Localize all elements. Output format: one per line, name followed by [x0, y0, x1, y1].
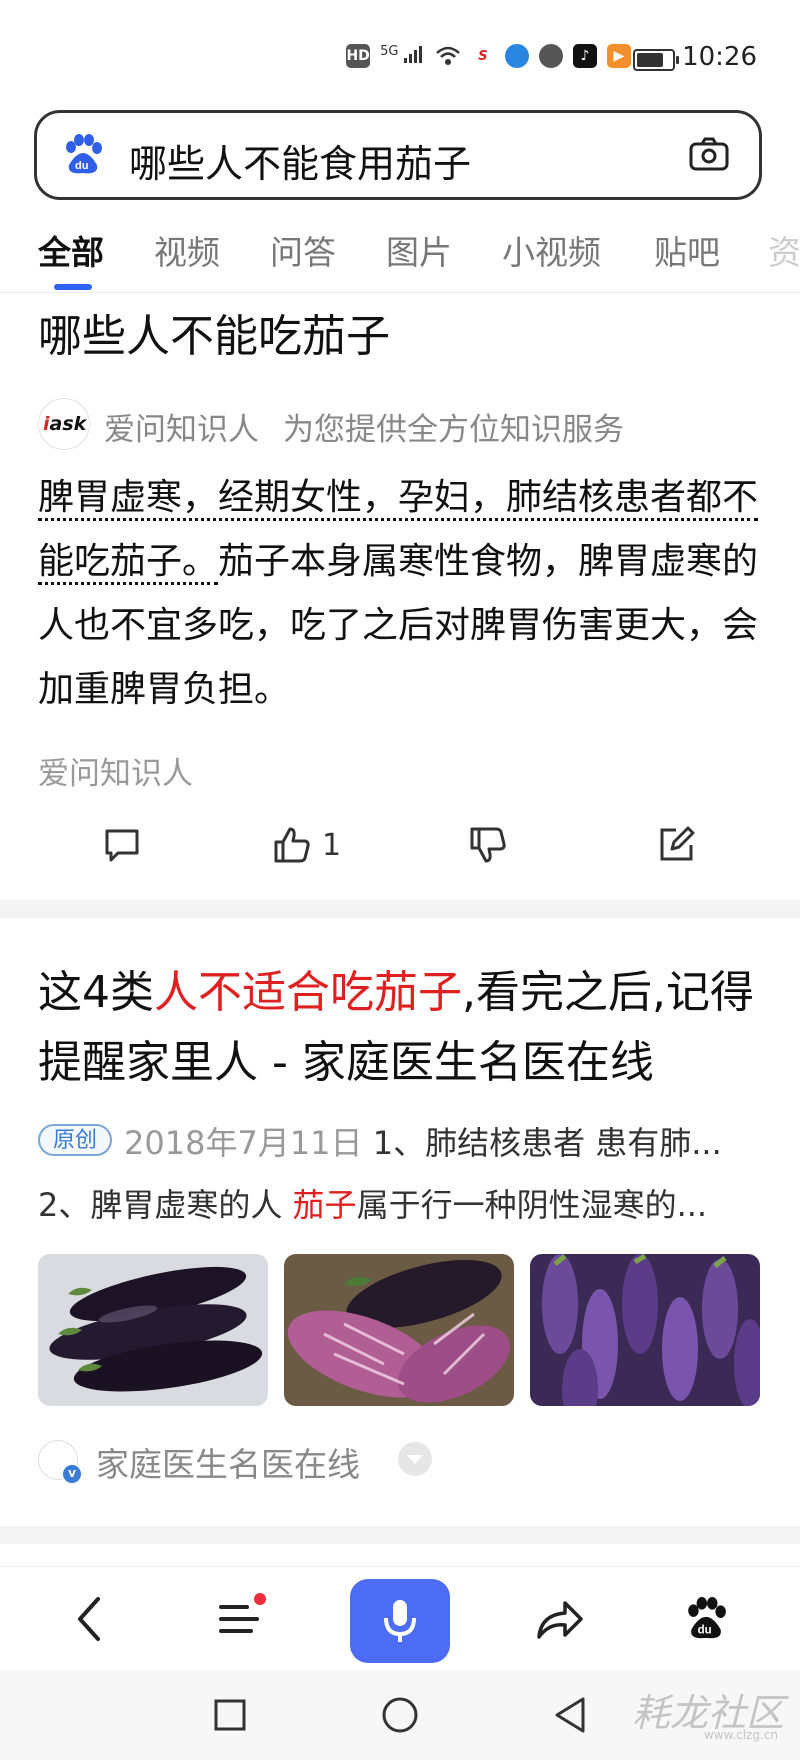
result-tabs: 全部 视频 问答 图片 小视频 贴吧 资 [0, 222, 800, 293]
baidu-paw-icon: du [688, 1597, 726, 1639]
message-icon [538, 44, 563, 68]
dislike-button[interactable] [468, 820, 508, 870]
tiktok-icon: ♪ [572, 44, 597, 68]
source-name[interactable]: 家庭医生名医在线 [96, 1438, 360, 1486]
result-title[interactable]: 这4类人不适合吃茄子,看完之后,记得提醒家里人 - 家庭医生名医在线 [38, 958, 768, 1098]
camera-icon[interactable] [689, 137, 729, 171]
baidu-paw-icon[interactable]: du [61, 133, 105, 177]
source-line: 爱问知识人 为您提供全方位知识服务 [104, 404, 624, 449]
status-icons: HD 5G S ♪ ▶ ··· [346, 44, 660, 68]
browser-icon [504, 44, 529, 68]
search-bar[interactable]: du 哪些人不能食用茄子 [34, 110, 762, 200]
wifi-icon [436, 46, 460, 65]
card-separator [0, 1526, 800, 1544]
clock: 10:26 [682, 42, 757, 72]
tab-info[interactable]: 资 [768, 226, 800, 274]
title-prefix: 这4类 [38, 967, 154, 1018]
like-button[interactable]: 1 [272, 820, 341, 870]
svg-text:du: du [75, 160, 88, 172]
tab-video[interactable]: 视频 [154, 226, 220, 274]
result-title[interactable]: 哪些人不能吃茄子 [38, 300, 390, 364]
microphone-icon [384, 1600, 416, 1642]
voice-search-button[interactable] [350, 1579, 450, 1663]
answer-actions: 1 [0, 812, 800, 882]
edit-icon [660, 826, 695, 861]
tab-images[interactable]: 图片 [386, 226, 452, 274]
menu-icon [219, 1605, 259, 1633]
tab-short-video[interactable]: 小视频 [502, 226, 601, 274]
back-arrow-icon [78, 1597, 100, 1641]
eggplant-image[interactable] [530, 1254, 760, 1406]
result-meta: 2018年7月11日 1、肺结核患者 患有肺... [124, 1118, 764, 1164]
tab-all[interactable]: 全部 [38, 226, 104, 274]
snippet-suffix: 属于行一种阴性湿寒的... [356, 1186, 708, 1224]
source-name[interactable]: 爱问知识人 [104, 412, 259, 448]
snippet-line2: 2、脾胃虚寒的人 茄子属于行一种阴性湿寒的... [38, 1180, 768, 1226]
search-input[interactable]: 哪些人不能食用茄子 [129, 133, 471, 188]
menu-button[interactable] [206, 1585, 274, 1653]
source-description: 为您提供全方位知识服务 [283, 412, 624, 448]
active-tab-indicator [54, 284, 92, 290]
square-icon [214, 1699, 246, 1731]
card-separator [0, 900, 800, 918]
source-logo-text: ask [49, 413, 87, 435]
comment-button[interactable] [102, 820, 142, 870]
back-button[interactable] [56, 1585, 124, 1653]
circle-icon [382, 1697, 418, 1733]
bottom-toolbar: du [0, 1566, 800, 1671]
publish-date: 2018年7月11日 [124, 1124, 363, 1162]
status-bar: HD 5G S ♪ ▶ ··· 10:26 [0, 0, 800, 100]
snippet-prefix: 2、脾胃虚寒的人 [38, 1186, 293, 1224]
watermark-url: www.clzg.cn [703, 1728, 778, 1742]
network-type: 5G [380, 44, 399, 59]
recent-apps-button[interactable] [205, 1690, 255, 1740]
eggplant-image[interactable] [38, 1254, 268, 1406]
eggplant-image[interactable] [284, 1254, 514, 1406]
weibo-icon: S [478, 48, 488, 64]
battery-icon [633, 49, 679, 71]
tab-tieba[interactable]: 贴吧 [654, 226, 720, 274]
answer-text: 脾胃虚寒，经期女性，孕妇，肺结核患者都不能吃茄子。茄子本身属寒性食物，脾胃虚寒的… [38, 466, 768, 722]
home-button[interactable] [375, 1690, 425, 1740]
triangle-back-icon [555, 1697, 585, 1733]
system-back-button[interactable] [545, 1690, 595, 1740]
notification-dot [254, 1593, 266, 1605]
hd-icon: HD [346, 44, 371, 68]
snippet-highlight: 茄子 [292, 1186, 357, 1224]
like-count: 1 [322, 827, 342, 863]
source-logo: iask [38, 398, 90, 450]
thumbs-up-icon [274, 827, 310, 863]
svg-text:du: du [698, 1625, 712, 1637]
original-badge: 原创 [38, 1124, 112, 1156]
signal-icon: 5G [380, 44, 425, 68]
play-icon: ▶ [606, 44, 631, 68]
baidu-home-button[interactable]: du [672, 1585, 740, 1653]
share-button[interactable] [526, 1585, 594, 1653]
comment-icon [105, 829, 139, 862]
source-logo [38, 1440, 81, 1483]
snippet-line1: 1、肺结核患者 患有肺... [372, 1124, 722, 1162]
share-icon [537, 1601, 583, 1639]
answer-author: 爱问知识人 [38, 756, 193, 792]
chevron-down-icon[interactable] [398, 1442, 432, 1476]
thumbs-down-icon [470, 827, 506, 863]
title-highlight: 人不适合吃茄子 [154, 967, 462, 1018]
tab-qa[interactable]: 问答 [270, 226, 336, 274]
edit-button[interactable] [656, 820, 696, 870]
